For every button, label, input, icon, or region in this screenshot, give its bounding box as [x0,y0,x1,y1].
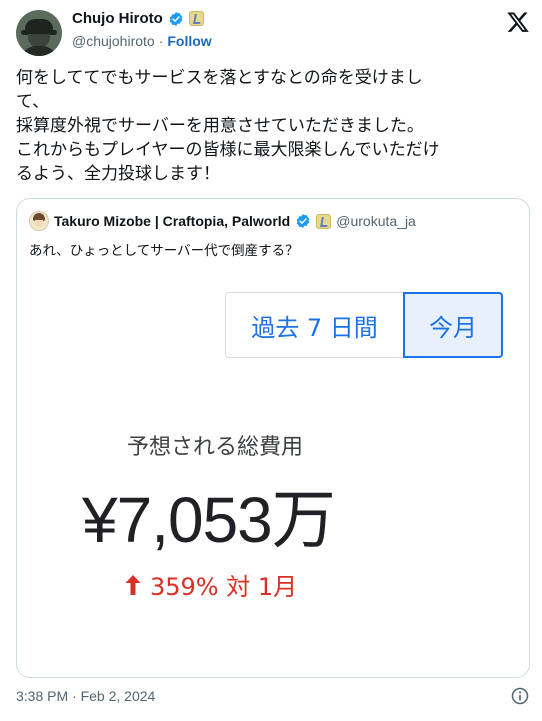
info-icon[interactable] [510,686,530,706]
affiliate-badge-icon[interactable] [188,11,204,26]
quoted-tweet-header: Takuro Mizobe | Craftopia, Palworld @uro… [29,211,416,231]
quoted-affiliate-badge-icon [316,213,332,229]
follow-button[interactable]: Follow [167,33,211,49]
display-name[interactable]: Chujo Hiroto [72,10,163,27]
cost-label: 予想される総費用 [127,435,304,460]
tweet-footer: 3:38 PM · Feb 2, 2024 [16,686,530,706]
period-selector: 過去 7 日間 今月 [225,292,503,358]
quoted-tweet-text: あれ、ひょっとしてサーバー代で倒産する？ [29,243,299,259]
verified-icon [169,11,183,26]
avatar[interactable] [16,10,62,56]
handle[interactable]: @chujohiroto [72,33,155,49]
tweet-text: 何をしててでもサービスを落とすなとの命を受けまし て、 採算度外視でサーバーを用… [16,68,440,184]
cost-change-text: 359% 対 1月 [150,573,298,601]
name-row: Chujo Hiroto [72,10,204,27]
quoted-display-name: Takuro Mizobe | Craftopia, Palworld [54,213,291,229]
arrow-up-icon [125,574,141,595]
timestamp[interactable]: 3:38 PM · Feb 2, 2024 [16,688,155,704]
tab-this-month: 今月 [403,292,503,358]
x-logo-icon[interactable] [506,10,530,34]
quoted-verified-icon [296,214,310,228]
separator: · [158,33,164,49]
quoted-handle: @urokuta_ja [336,213,416,229]
tweet-header: Chujo Hiroto @chujohiroto · Follow [16,10,530,56]
quoted-image[interactable]: 過去 7 日間 今月 予想される総費用 ¥7,053万 359% 対 1月 [18,269,529,677]
quoted-tweet[interactable]: Takuro Mizobe | Craftopia, Palworld @uro… [16,198,530,678]
handle-row: @chujohiroto · Follow [72,33,212,49]
cost-value: ¥7,053万 [82,484,336,556]
tab-past-7-days: 過去 7 日間 [225,292,403,358]
quoted-avatar [29,211,49,231]
cost-change: 359% 対 1月 [124,567,297,602]
